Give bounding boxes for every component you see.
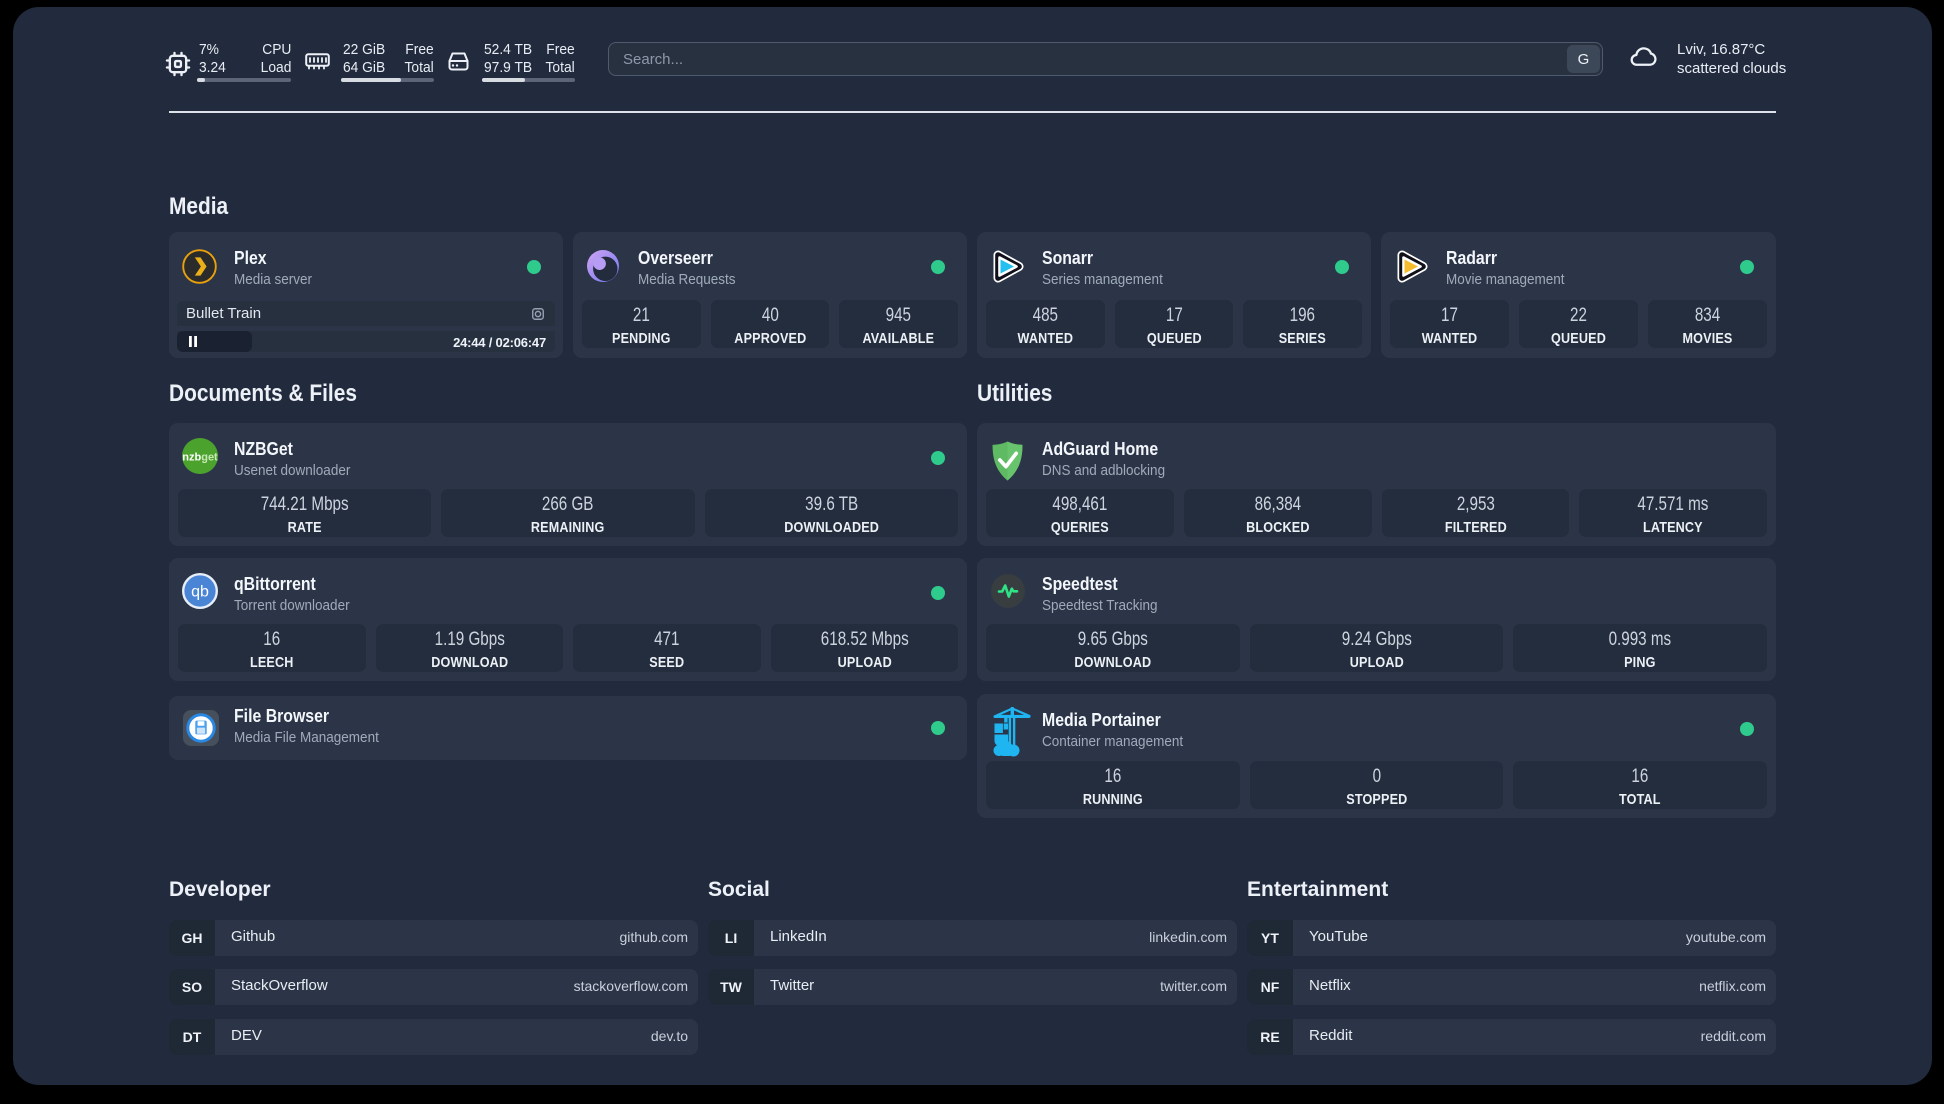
svg-text:qb: qb (191, 584, 209, 601)
svg-text:nzbget: nzbget (182, 452, 218, 464)
